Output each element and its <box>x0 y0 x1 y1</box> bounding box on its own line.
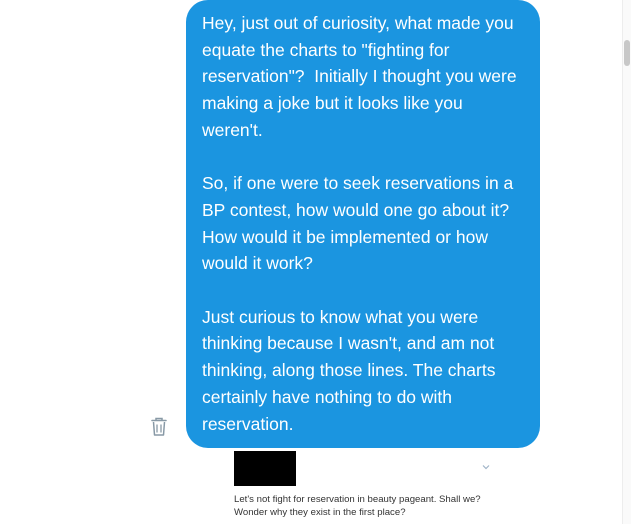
quoted-tweet-card[interactable]: Let's not fight for reservation in beaut… <box>234 451 494 524</box>
message-paragraph-2: So, if one were to seek reservations in … <box>202 173 519 274</box>
dm-conversation: Hey, just out of curiosity, what made yo… <box>0 0 631 524</box>
redacted-avatar-block <box>234 451 296 486</box>
message-paragraph-3: Just curious to know what you were think… <box>202 306 501 434</box>
scrollbar[interactable] <box>622 0 631 524</box>
message-bubble[interactable]: Hey, just out of curiosity, what made yo… <box>186 0 540 448</box>
message-paragraph-1: Hey, just out of curiosity, what made yo… <box>202 13 522 140</box>
scrollbar-thumb[interactable] <box>624 40 630 66</box>
quoted-tweet-text: Let's not fight for reservation in beaut… <box>234 494 481 518</box>
chevron-down-icon[interactable] <box>482 457 490 470</box>
trash-icon[interactable] <box>150 417 168 437</box>
